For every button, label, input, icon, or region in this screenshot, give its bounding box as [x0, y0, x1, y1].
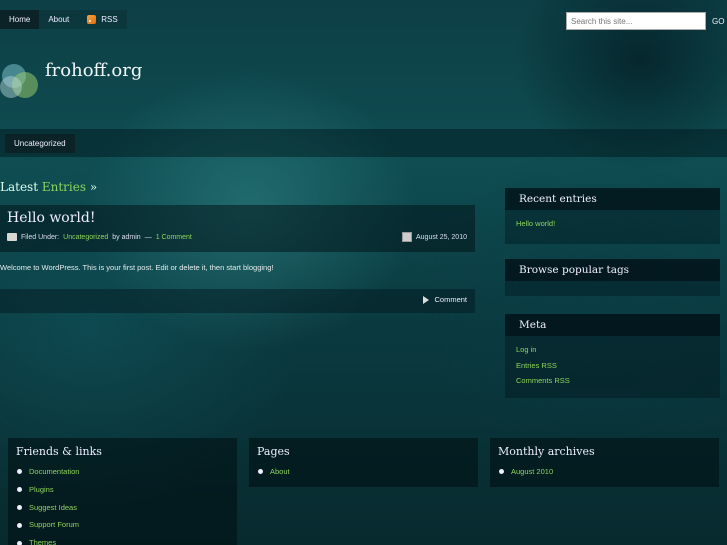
search-form: GO: [566, 12, 724, 30]
friends-link: Suggest Ideas: [29, 502, 77, 512]
widget-meta: Meta Log in Entries RSS Comments RSS: [505, 314, 720, 398]
friends-link: Documentation: [29, 467, 80, 476]
post: Hello world! Filed Under: Uncategorized …: [0, 205, 475, 313]
list-item[interactable]: Support Forum: [17, 516, 237, 534]
widget-title-recent: Recent entries: [505, 188, 720, 210]
meta-login-link[interactable]: Log in: [516, 342, 720, 358]
friends-link: Support Forum: [29, 520, 80, 530]
latest-suffix: »: [89, 180, 98, 194]
bullet-icon: [17, 504, 22, 510]
post-comments-link[interactable]: 1 Comment: [156, 234, 192, 241]
comment-button[interactable]: Comment: [423, 295, 467, 304]
list-item[interactable]: About: [258, 463, 478, 481]
nav-home-label: Home: [9, 15, 31, 24]
archives-list: August 2010: [490, 463, 719, 481]
list-item[interactable]: August 2010: [499, 463, 719, 481]
list-item[interactable]: Themes: [17, 534, 237, 545]
footer-archives-title: Monthly archives: [498, 445, 595, 458]
category-bar: Uncategorized: [0, 129, 727, 157]
list-item[interactable]: Plugins: [17, 481, 237, 499]
footer-friends-links: Friends & links Documentation Plugins Su…: [8, 438, 237, 545]
bullet-icon: [258, 469, 263, 475]
nav-about[interactable]: About: [39, 10, 79, 29]
bullet-icon: [17, 469, 22, 475]
latest-prefix: Latest: [0, 180, 39, 194]
meta-dash: —: [144, 233, 152, 241]
post-author: by admin: [112, 233, 141, 241]
search-go-button[interactable]: GO: [712, 17, 724, 26]
nav-rss[interactable]: RSS: [78, 10, 127, 29]
post-date: August 25, 2010: [402, 232, 467, 242]
archives-link: August 2010: [511, 467, 554, 476]
rss-icon: [87, 15, 97, 24]
bullet-icon: [499, 469, 504, 475]
recent-item[interactable]: Hello world!: [516, 216, 720, 232]
widget-title-tags[interactable]: Browse popular tags: [505, 259, 720, 281]
meta-list: Log in Entries RSS Comments RSS: [505, 336, 720, 393]
bullet-icon: [17, 487, 22, 493]
arrow-right-icon: [423, 295, 430, 304]
post-category-link[interactable]: Uncategorized: [63, 234, 108, 241]
filed-under-label: Filed Under:: [21, 233, 60, 241]
post-meta: Filed Under: Uncategorized by admin — 1 …: [7, 233, 192, 241]
calendar-icon: [402, 232, 412, 242]
folder-icon: [7, 233, 17, 241]
friends-list: Documentation Plugins Suggest Ideas Supp…: [8, 463, 237, 545]
bullet-icon: [17, 540, 22, 545]
nav-rss-label: RSS: [101, 15, 118, 24]
footer-pages: Pages About: [249, 438, 478, 487]
search-input[interactable]: [566, 12, 706, 30]
site-title[interactable]: frohoff.org: [45, 60, 142, 81]
meta-entries-rss-link[interactable]: Entries RSS: [516, 358, 720, 374]
post-header: Hello world! Filed Under: Uncategorized …: [0, 205, 475, 252]
list-item[interactable]: Suggest Ideas: [17, 499, 237, 517]
footer-friends-title: Friends & links: [16, 445, 102, 458]
pages-link: About: [270, 467, 290, 476]
logo-circle-icon: [0, 76, 22, 98]
category-uncategorized[interactable]: Uncategorized: [5, 134, 75, 153]
post-title[interactable]: Hello world!: [7, 210, 96, 226]
nav-about-label: About: [48, 15, 70, 24]
widget-popular-tags: Browse popular tags: [505, 259, 720, 296]
footer-pages-title: Pages: [257, 445, 290, 458]
top-nav: Home About RSS: [0, 10, 127, 29]
recent-list: Hello world!: [505, 210, 720, 236]
friends-link: Themes: [29, 538, 57, 545]
meta-comments-rss-link[interactable]: Comments RSS: [516, 373, 720, 389]
footer-monthly-archives: Monthly archives August 2010: [490, 438, 719, 487]
comment-label: Comment: [434, 295, 467, 304]
list-item[interactable]: Documentation: [17, 463, 237, 481]
post-footer: Comment: [0, 289, 475, 313]
post-body: Welcome to WordPress. This is your first…: [0, 263, 274, 272]
latest-entries-heading: Latest Entries »: [0, 180, 97, 194]
site-logo[interactable]: [0, 62, 40, 102]
latest-accent: Entries: [41, 180, 87, 194]
pages-list: About: [249, 463, 478, 481]
friends-link: Plugins: [29, 484, 54, 494]
widget-title-meta: Meta: [505, 314, 720, 336]
widget-recent-entries: Recent entries Hello world!: [505, 188, 720, 244]
bullet-icon: [17, 522, 22, 528]
post-date-text: August 25, 2010: [416, 233, 467, 241]
nav-home[interactable]: Home: [0, 10, 40, 29]
